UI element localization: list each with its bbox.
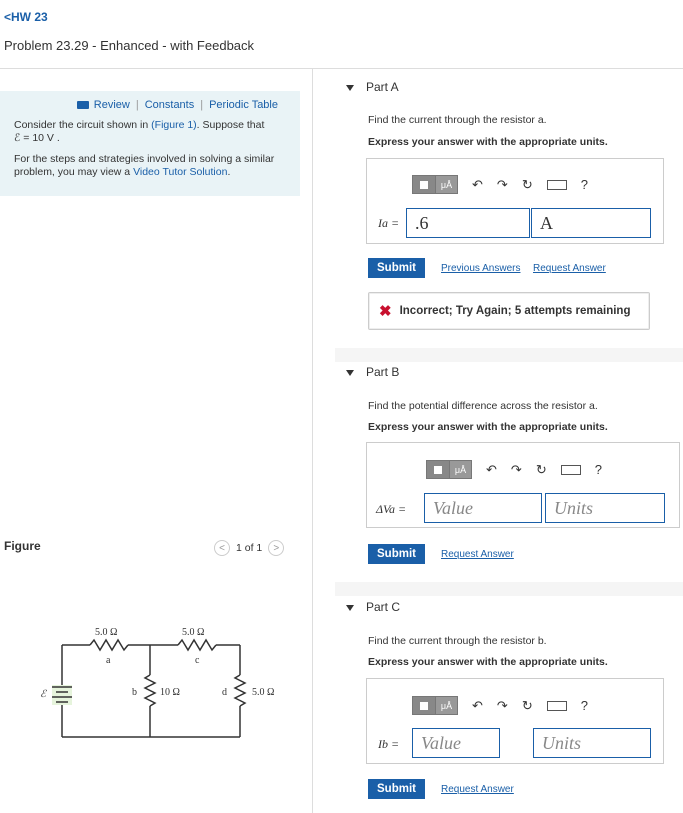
part-b-units-input[interactable]: Units [545,493,665,523]
resistor-b-value: 10 Ω [160,687,180,698]
part-c-toolbar: μÅ ↶ ↷ ↻ ? [412,696,588,715]
chevron-left-icon: < [4,10,12,24]
part-c-value-input[interactable]: Value [412,728,500,758]
keyboard-icon[interactable] [546,700,567,711]
help-icon[interactable]: ? [581,698,588,713]
next-figure-button[interactable]: > [268,540,285,556]
node-a-label: a [106,655,111,666]
header-divider [0,68,683,69]
info-text-2: For the steps and strategies involved in… [14,153,275,178]
part-a-feedback: ✖ Incorrect; Try Again; 5 attempts remain… [368,292,650,330]
part-separator [335,582,683,596]
help-icon[interactable]: ? [581,177,588,192]
template-button[interactable]: μÅ [412,175,458,194]
emf-equation: ℰ = 10 V . [14,132,60,144]
part-b-header[interactable]: Part B [346,365,399,379]
part-b-value-input[interactable]: Value [424,493,542,523]
part-b-question: Find the potential difference across the… [368,400,598,412]
figure-label: Figure [4,539,41,553]
part-b-toolbar: μÅ ↶ ↷ ↻ ? [426,460,602,479]
emf-symbol: ℰ [40,689,47,700]
part-c-instruction: Express your answer with the appropriate… [368,656,608,668]
part-b-submit-button[interactable]: Submit [368,544,425,564]
part-a-question: Find the current through the resistor a. [368,114,547,126]
part-a-units-input[interactable]: A [531,208,651,238]
part-b-instruction: Express your answer with the appropriate… [368,421,608,433]
reset-icon[interactable]: ↻ [522,698,533,714]
info-box: Review | Constants | Periodic Table Consider… [0,91,300,196]
part-a-variable-label: Ia = [378,216,400,230]
circuit-diagram: ℰ 5.0 Ω a 5.0 Ω c b 10 Ω d 5.0 Ω [40,627,274,738]
redo-icon[interactable]: ↷ [511,462,522,478]
back-link[interactable]: <HW 23 [4,10,48,24]
redo-icon[interactable]: ↷ [497,698,508,714]
collapse-triangle-icon [346,604,354,611]
keyboard-icon[interactable] [560,464,581,475]
undo-icon[interactable]: ↶ [472,177,483,193]
part-a-value-input[interactable]: .6 [406,208,530,238]
part-separator [335,348,683,362]
part-b-request-answer-link[interactable]: Request Answer [441,549,514,560]
book-icon [76,101,89,110]
part-c-question: Find the current through the resistor b. [368,635,547,647]
reset-icon[interactable]: ↻ [522,177,533,193]
redo-icon[interactable]: ↷ [497,177,508,193]
part-c-header[interactable]: Part C [346,600,400,614]
figure-pager: < 1 of 1 > [214,540,285,556]
node-c-label: c [195,655,200,666]
prev-figure-button[interactable]: < [214,540,230,556]
collapse-triangle-icon [346,369,354,376]
part-b-variable-label: ΔVa = [376,502,407,516]
part-c-request-answer-link[interactable]: Request Answer [441,784,514,795]
node-b-label: b [132,687,137,698]
resistor-d-value: 5.0 Ω [252,687,274,698]
undo-icon[interactable]: ↶ [486,462,497,478]
part-a-header[interactable]: Part A [346,80,399,94]
resource-links: Review | Constants | Periodic Table [14,99,278,111]
part-c-variable-label: Ib = [378,737,400,751]
review-link[interactable]: Review [94,99,130,111]
video-tutor-link[interactable]: Video Tutor Solution [133,166,227,178]
part-a-instruction: Express your answer with the appropriate… [368,136,608,148]
part-a-toolbar: μÅ ↶ ↷ ↻ ? [412,175,588,194]
part-a-submit-button[interactable]: Submit [368,258,425,278]
figure-link[interactable]: (Figure 1) [151,119,197,131]
x-mark-icon: ✖ [379,303,392,320]
back-label: HW 23 [11,10,48,24]
undo-icon[interactable]: ↶ [472,698,483,714]
pager-text: 1 of 1 [236,542,263,554]
keyboard-icon[interactable] [546,179,567,190]
part-a-request-answer-link[interactable]: Request Answer [533,263,606,274]
reset-icon[interactable]: ↻ [536,462,547,478]
template-button[interactable]: μÅ [412,696,458,715]
collapse-triangle-icon [346,84,354,91]
column-divider [312,68,313,813]
help-icon[interactable]: ? [595,462,602,477]
resistor-a-value: 5.0 Ω [95,627,117,638]
periodic-table-link[interactable]: Periodic Table [209,99,278,111]
previous-answers-link[interactable]: Previous Answers [441,263,520,274]
resistor-c-value: 5.0 Ω [182,627,204,638]
page-title: Problem 23.29 - Enhanced - with Feedback [4,38,255,53]
constants-link[interactable]: Constants [145,99,195,111]
part-c-submit-button[interactable]: Submit [368,779,425,799]
node-d-label: d [222,687,227,698]
part-c-units-input[interactable]: Units [533,728,651,758]
info-text-1: Consider the circuit shown in (Figure 1)… [14,119,265,144]
template-button[interactable]: μÅ [426,460,472,479]
